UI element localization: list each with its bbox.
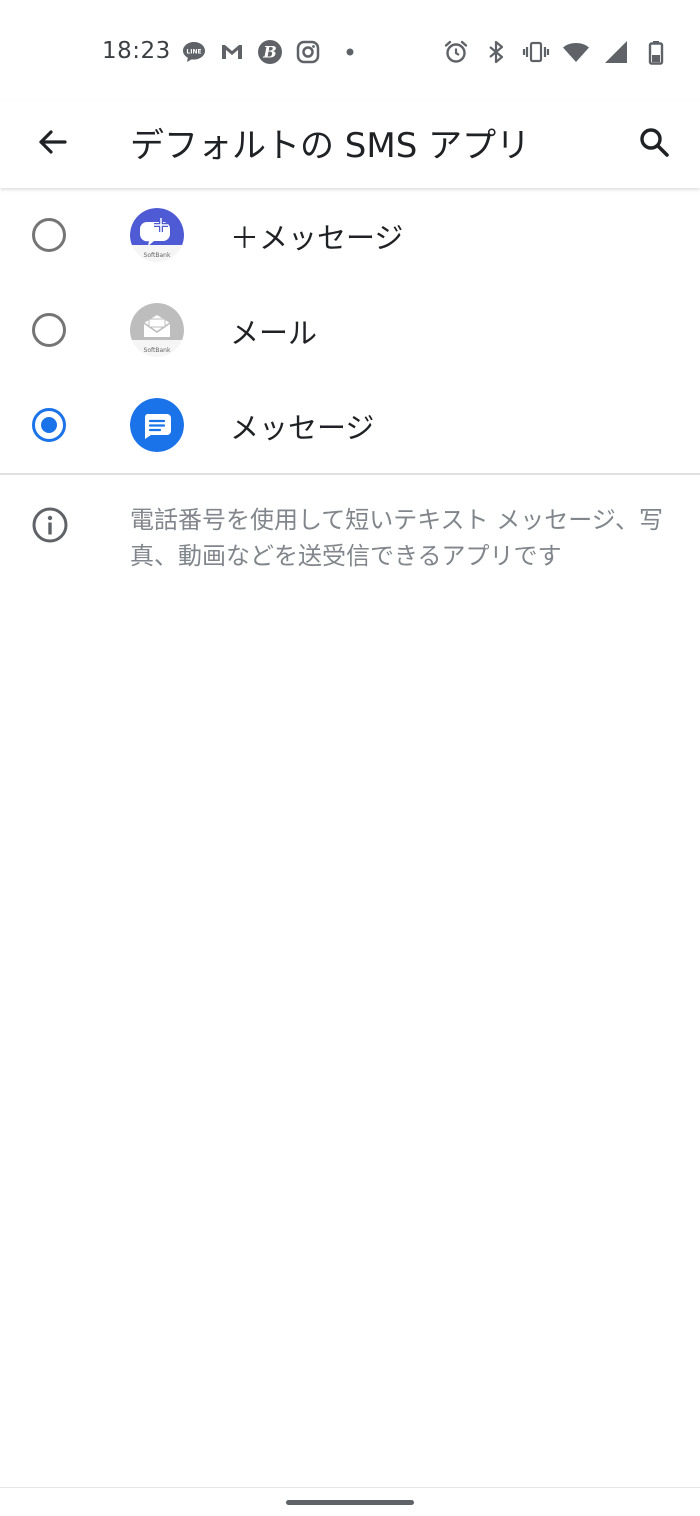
page-title: デフォルトの SMS アプリ: [130, 126, 531, 166]
battery-icon: [648, 41, 664, 65]
sms-app-list: SoftBank ＋メッセージ SoftBank メール メッセージ: [0, 188, 700, 473]
list-item-plus-message[interactable]: SoftBank ＋メッセージ: [0, 188, 700, 283]
back-button[interactable]: [30, 120, 74, 164]
softbank-label: SoftBank: [144, 252, 171, 259]
app-label: メッセージ: [230, 411, 375, 445]
app-label: メール: [230, 316, 318, 350]
bluetooth-icon: [489, 40, 504, 64]
status-bar: 18:23 LINE B: [0, 0, 700, 100]
alarm-icon: [444, 40, 468, 63]
plus-message-app-icon: SoftBank: [130, 208, 184, 262]
vibrate-icon: [522, 41, 550, 63]
cell-signal-icon: [605, 41, 627, 63]
radio-button[interactable]: [32, 313, 66, 347]
notification-icons: LINE B: [180, 38, 364, 66]
mail-app-icon: SoftBank: [130, 303, 184, 357]
svg-text:B: B: [262, 43, 277, 62]
radio-button[interactable]: [32, 218, 66, 252]
instagram-icon: [296, 40, 320, 64]
list-item-messages[interactable]: メッセージ: [0, 378, 700, 473]
wifi-icon: [563, 43, 589, 62]
nav-bar-divider: [0, 1487, 700, 1488]
gmail-icon: [222, 45, 242, 59]
status-time: 18:23: [102, 38, 171, 64]
app-label: ＋メッセージ: [230, 221, 404, 255]
system-icons: [442, 38, 670, 66]
more-dot-icon: [346, 48, 354, 56]
radio-button-selected[interactable]: [32, 408, 66, 442]
gesture-nav-handle[interactable]: [286, 1500, 414, 1505]
arrow-back-icon: [39, 130, 67, 154]
list-item-mail[interactable]: SoftBank メール: [0, 283, 700, 378]
divider: [0, 473, 700, 475]
info-text: 電話番号を使用して短いテキスト メッセージ、写真、動画などを送受信できるアプリで…: [130, 506, 663, 570]
search-icon: [640, 128, 669, 157]
search-button[interactable]: [630, 118, 678, 166]
softbank-label: SoftBank: [144, 347, 171, 354]
info-icon: [32, 507, 68, 543]
b-app-icon: B: [258, 40, 282, 64]
line-icon: LINE: [183, 42, 205, 62]
messages-app-icon: [130, 398, 184, 452]
app-bar: デフォルトの SMS アプリ: [0, 100, 700, 188]
svg-text:LINE: LINE: [186, 49, 201, 56]
